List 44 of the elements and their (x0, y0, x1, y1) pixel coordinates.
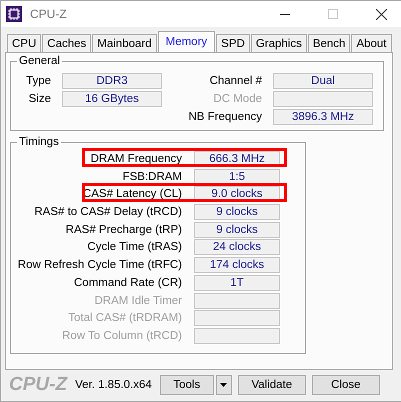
tab[interactable]: CPU (7, 34, 42, 52)
window-title: CPU-Z (30, 7, 67, 21)
field-label: Row To Column (tRCD) (61, 330, 182, 342)
value-field: 9 clocks (194, 204, 280, 220)
caret-icon (220, 383, 228, 387)
tab[interactable]: Mainboard (92, 34, 157, 52)
value-field: 174 clocks (194, 257, 280, 274)
field-label: Size (28, 92, 51, 104)
field-label: Cycle Time (tRAS) (86, 241, 182, 254)
value-field: 9 clocks (194, 222, 280, 238)
tab[interactable]: Graphics (250, 34, 307, 52)
value-field: 3896.3 MHz (273, 108, 373, 124)
tools-button[interactable]: Tools (160, 375, 214, 395)
field-label: Row Refresh Cycle Time (tRFC) (16, 259, 182, 272)
field-label: Command Rate (CR) (73, 276, 182, 289)
version-label: Ver. 1.85.0.x64 (75, 379, 152, 391)
footer-button[interactable]: Validate (238, 375, 306, 395)
logo: CPU-Z (9, 374, 68, 396)
value-field: 24 clocks (194, 239, 280, 256)
field-label: RAS# Precharge (tRP) (64, 224, 182, 236)
value-field: 16 GBytes (62, 90, 162, 106)
field-label: Type (25, 74, 51, 86)
field-label: FSB:DRAM (122, 170, 182, 183)
chip-icon (6, 6, 22, 22)
tab[interactable]: Caches (42, 34, 92, 52)
dropdown-button[interactable] (216, 375, 232, 395)
group-title: Timings (17, 135, 61, 149)
field-label: DRAM Frequency (90, 153, 182, 165)
field-label: NB Frequency (187, 110, 262, 122)
footer-button[interactable]: Close (312, 375, 380, 395)
close-icon[interactable] (376, 8, 387, 20)
value-field: 1:5 (194, 168, 280, 185)
field-label: RAS# to CAS# Delay (tRCD) (33, 206, 182, 218)
tab[interactable]: Bench (308, 34, 350, 52)
value-field: 1T (194, 274, 280, 291)
field-label: Channel # (208, 74, 262, 86)
field-label: DRAM Idle Timer (93, 294, 182, 306)
tab[interactable]: SPD (216, 34, 250, 52)
field-label: DC Mode (212, 92, 262, 104)
tab[interactable]: About (351, 34, 392, 52)
tab[interactable]: Memory (158, 31, 216, 52)
value-field: Dual (273, 72, 373, 88)
field-label: Total CAS# (tRDRAM) (67, 312, 182, 324)
value-field: DDR3 (62, 72, 162, 88)
